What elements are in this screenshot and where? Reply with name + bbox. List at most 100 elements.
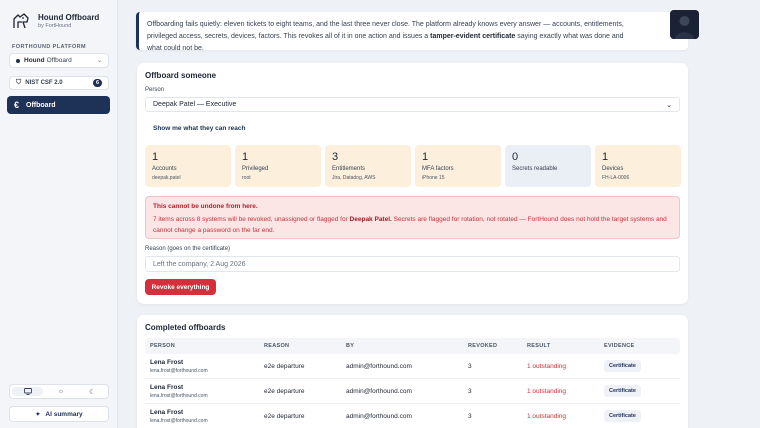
hound-logo-icon — [13, 13, 29, 29]
revoked-cell: 3 — [468, 362, 472, 370]
column-header-result: Result — [527, 343, 551, 349]
stat-accounts[interactable]: 1 Accounts deepak.patel — [145, 145, 231, 187]
brand-subtitle: by FortHound — [38, 22, 72, 29]
irreversible-warning: This cannot be undone from here. 7 items… — [145, 196, 680, 239]
shield-icon: ⛉ — [16, 79, 22, 86]
stat-label: MFA factors — [422, 166, 454, 172]
brand[interactable]: Hound Offboard by FortHound — [10, 10, 99, 32]
evidence-cell: Certificate — [604, 385, 680, 397]
offboard-card: Offboard someone Person Deepak Patel — E… — [137, 63, 688, 304]
revoked-cell: 3 — [468, 387, 472, 395]
column-header-by: By — [346, 343, 355, 349]
sidebar-item-label: Offboard — [26, 101, 56, 109]
monitor-icon[interactable] — [12, 387, 44, 396]
revoke-everything-button[interactable]: Revoke everything — [145, 279, 216, 295]
ai-summary-label: AI summary — [45, 410, 83, 418]
workspace-name-bold: Hound — [24, 57, 45, 64]
show-reach-link[interactable]: Show me what they can reach — [153, 125, 245, 132]
person-label: Person — [145, 87, 165, 93]
sidebar-item-offboard[interactable]: € Offboard — [7, 96, 110, 114]
person-cell: Lena Frost lena.frost@forthound.com — [145, 409, 264, 424]
table-header: Person Reason By Revoked Result Evidence — [145, 338, 680, 354]
column-header-reason: Reason — [264, 343, 290, 349]
person-select[interactable]: Deepak Patel — Executive ⌄ — [145, 97, 680, 112]
stat-detail: FH-LA-0006 — [602, 175, 630, 181]
person-email: lena.frost@forthound.com — [150, 417, 208, 424]
offboard-icon: € — [14, 100, 20, 110]
stat-label: Entitlements — [332, 166, 366, 172]
warning-person-name: Deepak Patel. — [349, 216, 392, 223]
nist-count-badge: 6 — [92, 79, 102, 87]
stat-number: 1 — [602, 151, 609, 163]
stat-label: Secrets readable — [512, 166, 558, 172]
intro-text-bold: tamper-evident certificate — [430, 33, 516, 40]
column-header-person: Person — [150, 343, 176, 349]
stat-entitlements[interactable]: 3 Entitlements Jira, Datadog, AWS — [325, 145, 411, 187]
person-select-value: Deepak Patel — Executive — [153, 101, 237, 108]
certificate-button[interactable]: Certificate — [604, 385, 641, 397]
table-row: Lena Frost lena.frost@forthound.com e2e … — [145, 354, 680, 379]
result-cell: 1 outstanding — [527, 412, 567, 420]
sidebar: Hound Offboard by FortHound FORTHOUND PL… — [0, 0, 118, 428]
person-name: Lena Frost — [150, 383, 184, 391]
stat-detail: Jira, Datadog, AWS — [332, 175, 376, 181]
sparkle-icon: ✦ — [35, 411, 41, 418]
stat-mfa-factors[interactable]: 1 MFA factors iPhone 15 — [415, 145, 501, 187]
reason-cell: e2e departure — [264, 412, 305, 420]
workspace-dot-icon — [16, 58, 20, 63]
ai-summary-button[interactable]: ✦ AI summary — [9, 406, 109, 422]
stat-devices[interactable]: 1 Devices FH-LA-0006 — [595, 145, 681, 187]
completed-offboards-card: Completed offboards Person Reason By Rev… — [137, 315, 688, 428]
result-cell: 1 outstanding — [527, 362, 567, 370]
stat-number: 1 — [242, 151, 249, 163]
certificate-button[interactable]: Certificate — [604, 360, 641, 372]
person-email: lena.frost@forthound.com — [150, 392, 208, 399]
stat-number: 1 — [422, 151, 429, 163]
reason-cell: e2e departure — [264, 362, 305, 370]
completed-table: Person Reason By Revoked Result Evidence… — [145, 338, 680, 428]
reason-placeholder: Left the company, 2 Aug 2026 — [153, 260, 246, 268]
intro-banner: Offboarding fails quietly: eleven ticket… — [136, 12, 688, 52]
stat-label: Accounts — [152, 166, 177, 172]
avatar[interactable] — [670, 10, 699, 39]
person-cell: Lena Frost lena.frost@forthound.com — [145, 384, 264, 399]
stat-detail: iPhone 15 — [422, 175, 445, 181]
column-header-revoked: Revoked — [468, 343, 498, 349]
person-email: lena.frost@forthound.com — [150, 367, 208, 374]
by-cell: admin@forthound.com — [346, 412, 412, 420]
evidence-cell: Certificate — [604, 360, 680, 372]
stat-number: 0 — [512, 151, 519, 163]
stat-detail: deepak.patel — [152, 175, 181, 181]
nist-csf-item[interactable]: ⛉ NIST CSF 2.0 6 — [9, 76, 109, 90]
stat-number: 1 — [152, 151, 159, 163]
brand-title: Hound Offboard — [38, 12, 100, 22]
workspace-switcher[interactable]: Hound Offboard ⌄ — [9, 53, 109, 68]
warning-text-a: 7 items across 8 systems will be revoked… — [153, 216, 350, 223]
result-cell: 1 outstanding — [527, 387, 567, 395]
workspace-name-rest: Offboard — [46, 57, 72, 64]
person-name: Lena Frost — [150, 408, 184, 416]
chevron-down-icon: ⌄ — [666, 101, 672, 109]
reason-cell: e2e departure — [264, 387, 305, 395]
chevron-down-icon: ⌄ — [96, 58, 102, 64]
platform-section-label: FORTHOUND PLATFORM — [12, 44, 87, 50]
stat-label: Devices — [602, 166, 624, 172]
table-row: Lena Frost lena.frost@forthound.com e2e … — [145, 404, 680, 428]
evidence-cell: Certificate — [604, 410, 680, 422]
person-cell: Lena Frost lena.frost@forthound.com — [145, 359, 264, 374]
completed-title: Completed offboards — [145, 323, 226, 332]
sun-icon[interactable]: ☼ — [45, 385, 76, 398]
certificate-button[interactable]: Certificate — [604, 410, 641, 422]
reason-input[interactable]: Left the company, 2 Aug 2026 — [145, 256, 680, 272]
theme-switcher: ☼ ☾ — [9, 384, 109, 399]
stat-secrets[interactable]: 0 Secrets readable — [505, 145, 591, 187]
warning-body: 7 items across 8 systems will be revoked… — [153, 214, 672, 236]
by-cell: admin@forthound.com — [346, 362, 412, 370]
moon-icon[interactable]: ☾ — [77, 385, 108, 398]
warning-title: This cannot be undone from here. — [153, 203, 258, 210]
person-name: Lena Frost — [150, 358, 184, 366]
reason-label: Reason (goes on the certificate) — [145, 246, 231, 252]
stat-privileged[interactable]: 1 Privileged root — [235, 145, 321, 187]
stat-label: Privileged — [242, 166, 269, 172]
revoked-cell: 3 — [468, 412, 472, 420]
